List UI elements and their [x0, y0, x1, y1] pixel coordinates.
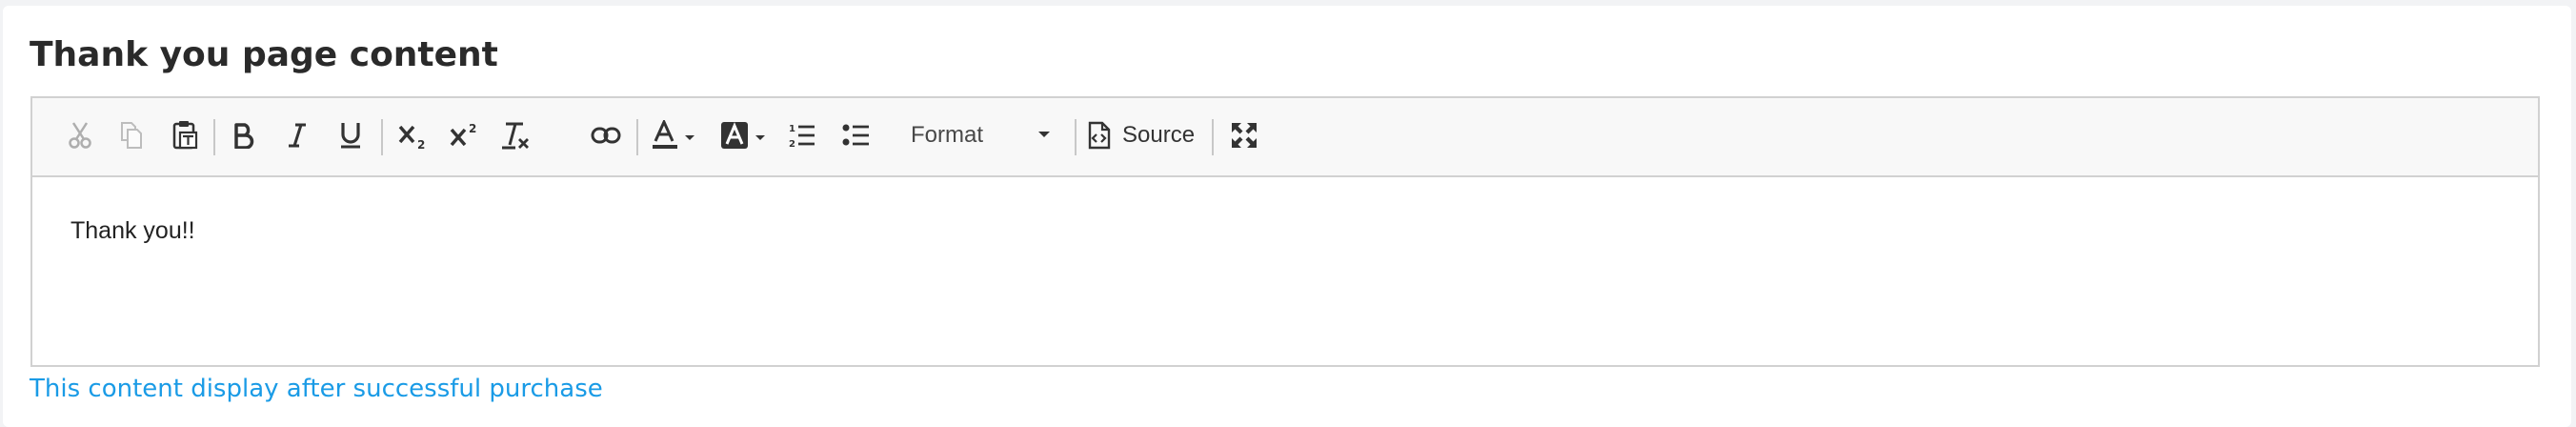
superscript-icon: 2 [450, 122, 476, 147]
bulleted-list-icon [842, 124, 869, 146]
superscript-button[interactable]: 2 [442, 114, 488, 156]
underline-button[interactable] [330, 114, 372, 156]
numbered-list-icon: 1 2 [789, 124, 815, 150]
toolbar-separator [213, 119, 215, 155]
cut-icon [69, 122, 91, 149]
source-label: Source [1122, 122, 1196, 148]
italic-button[interactable] [276, 114, 318, 156]
remove-format-icon [502, 122, 529, 150]
background-color-icon [721, 122, 765, 149]
editor-content-area[interactable]: Thank you!! [32, 177, 2538, 365]
underline-icon [341, 123, 360, 149]
svg-text:2: 2 [469, 122, 476, 135]
background-color-button[interactable] [714, 114, 772, 156]
help-text: This content display after successful pu… [30, 375, 603, 403]
editor-toolbar: 2 2 1 2 Format Source [32, 98, 2538, 177]
maximize-icon [1232, 123, 1257, 148]
format-dropdown-label: Format [911, 122, 984, 148]
text-color-button[interactable] [646, 114, 703, 156]
paste-text-button[interactable] [164, 114, 206, 156]
maximize-button[interactable] [1223, 114, 1265, 156]
toolbar-separator [381, 119, 383, 155]
toolbar-separator [636, 119, 638, 155]
svg-text:1: 1 [789, 124, 795, 134]
remove-format-button[interactable] [493, 114, 539, 156]
copy-icon [121, 122, 142, 149]
svg-text:2: 2 [789, 139, 795, 150]
copy-button[interactable] [111, 114, 152, 156]
italic-icon [289, 123, 306, 148]
subscript-button[interactable]: 2 [391, 114, 436, 156]
source-button[interactable]: Source [1088, 114, 1195, 156]
bold-icon [234, 123, 254, 149]
subscript-icon: 2 [398, 125, 425, 150]
cut-button[interactable] [59, 114, 101, 156]
numbered-list-button[interactable]: 1 2 [781, 114, 823, 156]
rich-text-editor: 2 2 1 2 Format Source Thank you!! [30, 96, 2540, 367]
chevron-down-icon [1038, 132, 1050, 137]
bold-button[interactable] [223, 114, 265, 156]
editor-content-text[interactable]: Thank you!! [70, 217, 195, 245]
toolbar-separator [1075, 119, 1077, 155]
svg-text:2: 2 [417, 138, 425, 150]
link-icon [591, 127, 621, 144]
text-color-icon [653, 120, 694, 149]
source-icon [1088, 121, 1111, 150]
section-title: Thank you page content [30, 35, 498, 74]
format-dropdown[interactable]: Format [871, 114, 1071, 156]
paste-text-icon [172, 121, 198, 150]
link-button[interactable] [583, 114, 629, 156]
toolbar-separator [1212, 119, 1214, 155]
